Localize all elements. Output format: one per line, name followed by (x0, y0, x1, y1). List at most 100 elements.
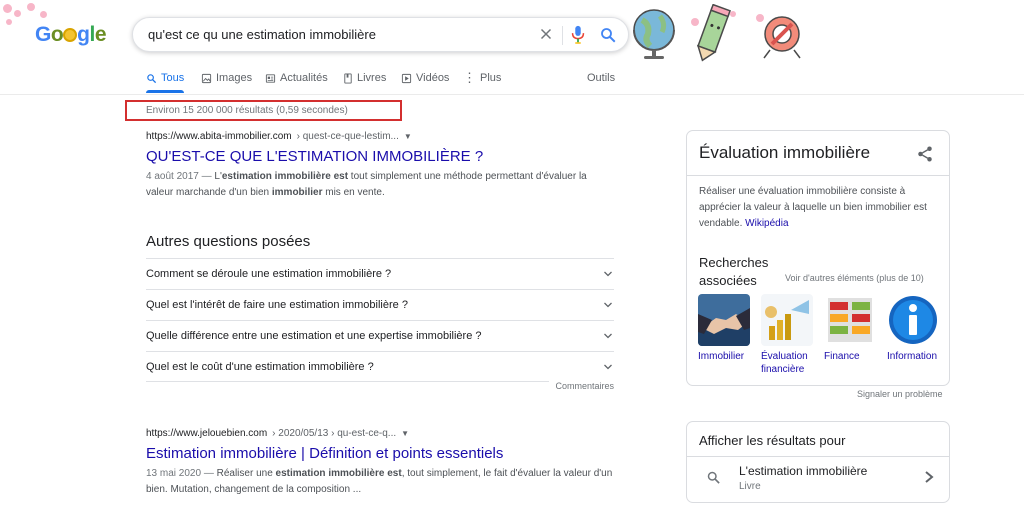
chevron-down-icon (604, 302, 612, 308)
search-icon[interactable] (599, 26, 617, 44)
finance-thumbnail[interactable] (824, 294, 876, 346)
results-for-item[interactable]: L'estimation immobilière (739, 464, 867, 478)
tab-news[interactable]: Actualités (265, 72, 328, 84)
result-snippet: 13 mai 2020 — Réaliser une estimation im… (146, 466, 616, 498)
result-menu-icon[interactable]: ▼ (401, 429, 409, 438)
snippet-bold: immobilier (271, 187, 323, 198)
result-domain: https://www.abita-immobilier.com (146, 131, 292, 142)
logo-letter: g (77, 23, 90, 46)
tab-images[interactable]: Images (201, 72, 252, 84)
search-icon (707, 471, 720, 484)
related-label[interactable]: Immobilier (698, 350, 753, 363)
logo-letter: o (50, 23, 64, 46)
information-thumbnail[interactable] (887, 294, 939, 346)
eraser-doodle-icon (756, 14, 801, 59)
results-for-panel: Afficher les résultats pour L'estimation… (686, 421, 950, 503)
results-for-divider (687, 456, 949, 457)
blossom-decoration (6, 19, 12, 25)
result-title-link[interactable]: Estimation immobilière | Définition et p… (146, 445, 616, 462)
tools-label: Outils (587, 72, 616, 84)
kp-description-text: Réaliser une évaluation immobilière cons… (699, 186, 927, 229)
result-date: 4 août 2017 — (146, 171, 212, 182)
paa-question[interactable]: Comment se déroule une estimation immobi… (146, 258, 614, 289)
search-box[interactable]: qu'est ce qu une estimation immobilière (132, 17, 629, 52)
result-domain: https://www.jelouebien.com (146, 428, 268, 439)
search-icon (147, 73, 157, 83)
blossom-decoration (14, 10, 21, 17)
tab-label: Tous (161, 72, 185, 84)
tab-label: Plus (480, 72, 502, 84)
paa-question-text: Quelle différence entre une estimation e… (146, 330, 482, 342)
pencil-doodle-icon (691, 4, 736, 62)
tab-label: Actualités (280, 72, 328, 84)
knowledge-panel: Évaluation immobilière Réaliser une éval… (686, 130, 950, 386)
paa-question-text: Quel est le coût d'une estimation immobi… (146, 360, 374, 373)
news-icon (265, 73, 276, 83)
result-url[interactable]: https://www.jelouebien.com › 2020/05/13 … (146, 428, 616, 439)
result-breadcrumb: › quest-ce-que-lestim... (296, 131, 399, 142)
chevron-down-icon (604, 364, 612, 369)
share-icon[interactable] (916, 145, 934, 163)
search-result: https://www.abita-immobilier.com › quest… (146, 131, 616, 201)
book-icon (344, 72, 352, 84)
related-searches-title: Recherches associées (699, 255, 769, 288)
snippet-text: Réaliser une (216, 468, 276, 479)
results-for-title: Afficher les résultats pour (699, 433, 846, 448)
paa-question-text: Comment se déroule une estimation immobi… (146, 268, 392, 280)
search-input[interactable]: qu'est ce qu une estimation immobilière (148, 27, 376, 42)
chevron-right-icon[interactable] (923, 470, 935, 484)
more-icon: ⋮ (463, 70, 476, 85)
chevron-down-icon (604, 271, 612, 277)
tab-videos[interactable]: Vidéos (401, 72, 449, 84)
google-logo: Go gle (35, 23, 107, 47)
tab-label: Vidéos (416, 72, 450, 84)
related-label[interactable]: Évaluation financière (761, 350, 817, 376)
related-label[interactable]: Information (887, 350, 947, 363)
result-title-link[interactable]: QU'EST-CE QUE L'ESTIMATION IMMOBILIÈRE ? (146, 148, 616, 165)
tab-more[interactable]: ⋮ Plus (463, 70, 502, 85)
tab-label: Images (216, 72, 253, 84)
tab-all[interactable]: Tous (146, 72, 184, 84)
result-snippet: 4 août 2017 — L'estimation immobilière e… (146, 169, 616, 201)
snippet-text: mis en vente. (322, 187, 385, 198)
blossom-decoration (3, 4, 12, 13)
doodle-logo[interactable]: Go gle (0, 0, 120, 60)
kp-divider (687, 175, 949, 176)
image-icon (201, 73, 212, 83)
related-label[interactable]: Finance (824, 350, 879, 363)
feedback-link[interactable]: Commentaires (549, 381, 614, 391)
wikipedia-link[interactable]: Wikipédia (745, 218, 788, 229)
clear-icon[interactable] (537, 25, 555, 43)
highlight-box (125, 100, 402, 121)
microphone-icon[interactable] (570, 25, 586, 45)
report-problem-link[interactable]: Signaler un problème (857, 389, 943, 399)
header-divider (0, 94, 1024, 95)
searchbar-divider (562, 26, 563, 45)
active-tab-indicator (146, 90, 184, 93)
handshake-thumbnail[interactable] (698, 294, 750, 346)
tab-books[interactable]: Livres (343, 72, 386, 84)
video-icon (401, 73, 412, 83)
chevron-down-icon (604, 333, 612, 339)
kp-description: Réaliser une évaluation immobilière cons… (699, 184, 939, 232)
logo-letter: e (94, 23, 107, 46)
result-breadcrumb: › 2020/05/13 › qu-est-ce-q... (272, 428, 397, 439)
blossom-decoration (27, 3, 35, 11)
kp-title: Évaluation immobilière (699, 143, 871, 162)
result-menu-icon[interactable]: ▼ (404, 132, 412, 141)
paa-title: Autres questions posées (146, 233, 311, 250)
tools-button[interactable]: Outils (587, 72, 615, 84)
globe-doodle-icon (633, 9, 675, 59)
people-also-ask: Autres questions posées Comment se dérou… (146, 233, 614, 391)
financial-evaluation-thumbnail[interactable] (761, 294, 813, 346)
paa-question[interactable]: Quelle différence entre une estimation e… (146, 320, 614, 351)
tab-label: Livres (357, 72, 387, 84)
see-more-link[interactable]: Voir d'autres éléments (plus de 10) (785, 273, 924, 283)
result-url[interactable]: https://www.abita-immobilier.com › quest… (146, 131, 616, 142)
paa-question[interactable]: Quel est le coût d'une estimation immobi… (146, 351, 614, 382)
snippet-bold: estimation immobilière est (221, 171, 349, 182)
logo-letter: G (35, 23, 51, 46)
snippet-text: L' (214, 171, 222, 182)
logo-chick-icon (63, 28, 78, 42)
paa-question[interactable]: Quel est l'intérêt de faire une estimati… (146, 289, 614, 320)
